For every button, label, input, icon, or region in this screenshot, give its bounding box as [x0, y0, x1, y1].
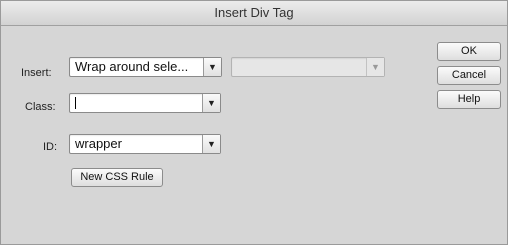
class-combobox[interactable]: ▼ — [69, 93, 221, 113]
class-label: Class: — [25, 101, 56, 113]
chevron-down-icon: ▼ — [202, 135, 220, 153]
ok-button[interactable]: OK — [437, 42, 501, 61]
id-combobox[interactable]: wrapper ▼ — [69, 134, 221, 154]
new-css-rule-button[interactable]: New CSS Rule — [71, 168, 163, 187]
id-label: ID: — [43, 141, 58, 153]
dialog-title: Insert Div Tag — [214, 5, 294, 20]
help-button[interactable]: Help — [437, 90, 501, 109]
insert-select[interactable]: Wrap around sele... ▼ — [69, 57, 222, 77]
insert-label: Insert: — [21, 67, 52, 79]
text-caret — [75, 97, 76, 109]
chevron-down-icon: ▼ — [202, 94, 220, 112]
chevron-down-icon: ▼ — [203, 58, 221, 76]
insert-target-select[interactable]: ▼ — [231, 57, 385, 77]
cancel-button[interactable]: Cancel — [437, 66, 501, 85]
insert-div-tag-dialog: Insert Div Tag Insert: Wrap around sele.… — [0, 0, 508, 245]
id-value: wrapper — [75, 136, 122, 151]
chevron-down-icon: ▼ — [366, 58, 384, 76]
title-bar[interactable]: Insert Div Tag — [1, 1, 507, 26]
insert-select-value: Wrap around sele... — [75, 59, 189, 74]
